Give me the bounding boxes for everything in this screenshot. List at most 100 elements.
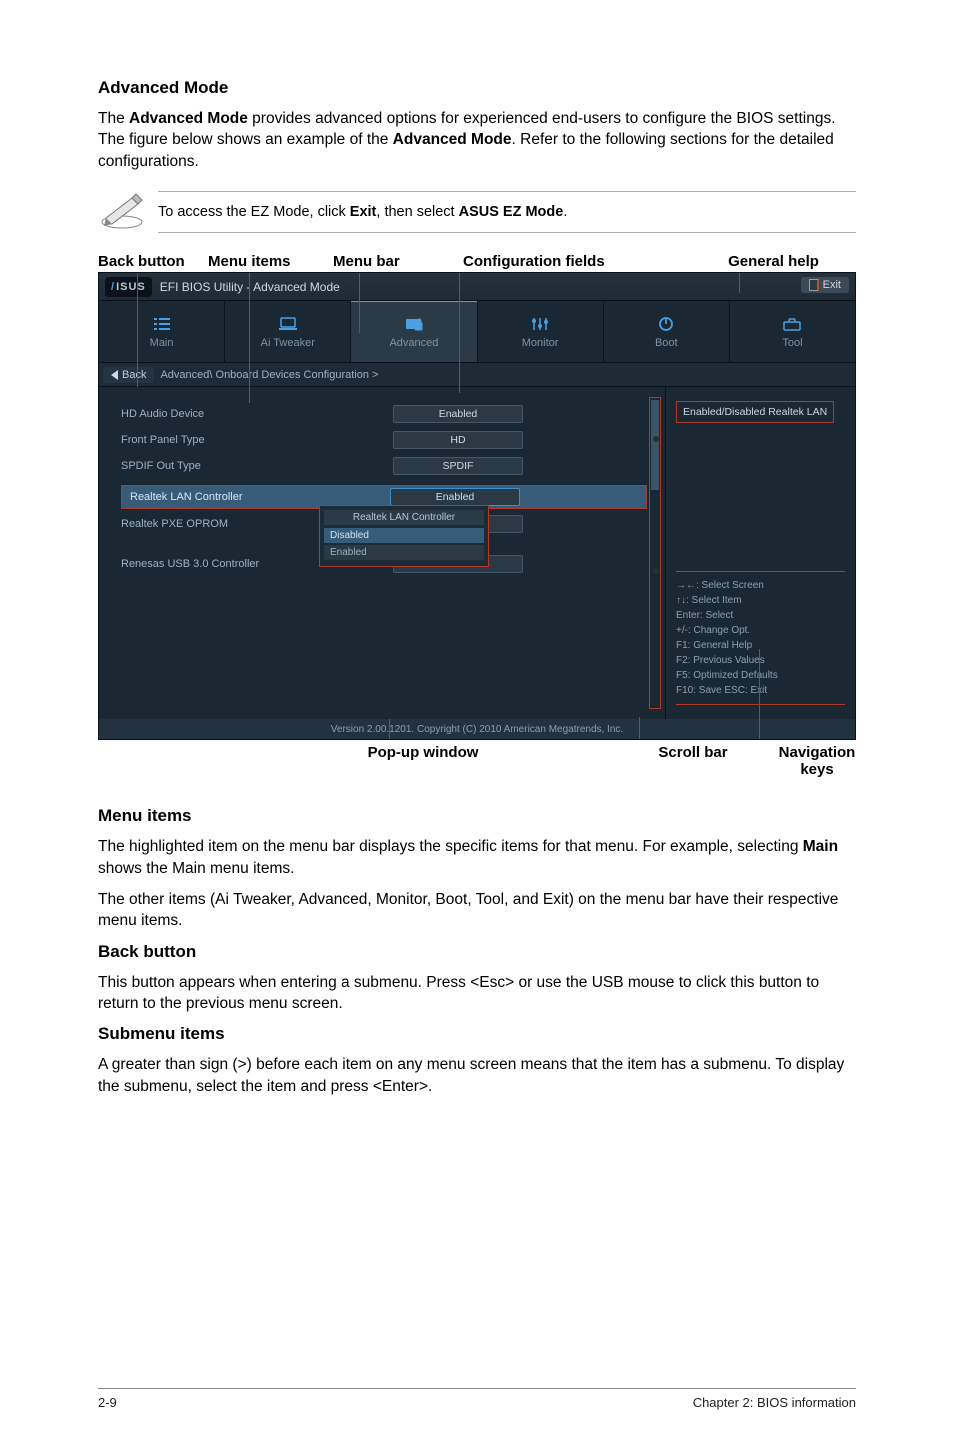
paragraph-menu-items-2: The other items (Ai Tweaker, Advanced, M… <box>98 889 856 932</box>
exit-label: Exit <box>823 279 841 291</box>
config-value[interactable]: SPDIF <box>393 457 523 475</box>
text-bold: Exit <box>350 204 377 220</box>
paragraph-submenu: A greater than sign (>) before each item… <box>98 1054 856 1097</box>
exit-button[interactable]: Exit <box>801 277 849 293</box>
callout-labels-top: Back button Menu items Menu bar Configur… <box>98 253 856 270</box>
callout-back-button: Back button <box>98 253 208 270</box>
nav-key-line: ↑↓: Select Item <box>676 593 845 608</box>
guide-line <box>459 273 460 393</box>
navigation-keys: →←: Select Screen ↑↓: Select Item Enter:… <box>676 571 845 705</box>
popup-window[interactable]: Realtek LAN Controller Disabled Enabled <box>319 505 489 567</box>
tab-label: Advanced <box>389 337 438 349</box>
text: , then select <box>376 204 458 220</box>
tab-tool[interactable]: Tool <box>730 301 855 362</box>
heading-advanced-mode: Advanced Mode <box>98 78 856 98</box>
tab-label: Tool <box>782 337 802 349</box>
popup-option[interactable]: Disabled <box>324 528 484 543</box>
version-bar: Version 2.00.1201. Copyright (C) 2010 Am… <box>99 719 855 739</box>
config-label: SPDIF Out Type <box>121 460 381 472</box>
nav-key-line: F2: Previous Values <box>676 653 845 668</box>
scroll-bar[interactable] <box>649 397 661 709</box>
bios-window: /ISUS EFI BIOS Utility - Advanced Mode E… <box>98 272 856 740</box>
guide-line <box>137 273 138 387</box>
text-bold: Advanced Mode <box>393 131 512 148</box>
tab-ai-tweaker[interactable]: Ai Tweaker <box>225 301 350 362</box>
heading-menu-items: Menu items <box>98 806 856 826</box>
tab-boot[interactable]: Boot <box>604 301 729 362</box>
config-label: HD Audio Device <box>121 408 381 420</box>
config-row-hd-audio[interactable]: HD Audio Device Enabled <box>121 401 647 427</box>
tab-label: Ai Tweaker <box>261 337 315 349</box>
nav-key-line: F10: Save ESC: Exit <box>676 683 845 698</box>
popup-option[interactable]: Enabled <box>324 545 484 560</box>
text: To access the EZ Mode, click <box>158 204 350 220</box>
callout-menu-bar: Menu bar <box>333 253 463 270</box>
tab-label: Boot <box>655 337 678 349</box>
guide-line <box>739 273 740 293</box>
callout-navigation-keys: Navigation keys <box>778 744 856 778</box>
config-row-front-panel[interactable]: Front Panel Type HD <box>121 427 647 453</box>
text: shows the Main menu items. <box>98 860 294 877</box>
config-value[interactable]: Enabled <box>390 488 520 506</box>
scroll-thumb[interactable] <box>651 400 659 490</box>
heading-submenu-items: Submenu items <box>98 1024 856 1044</box>
guide-line <box>359 273 360 333</box>
nav-key-line: F1: General Help <box>676 638 845 653</box>
heading-back-button: Back button <box>98 942 856 962</box>
scroll-arrow-icon <box>653 568 659 574</box>
guide-line <box>759 649 760 739</box>
nav-key-line: F5: Optimized Defaults <box>676 668 845 683</box>
paragraph-advanced-intro: The Advanced Mode provides advanced opti… <box>98 108 856 172</box>
help-head: Enabled/Disabled Realtek LAN <box>676 401 834 423</box>
callout-popup-window: Pop-up window <box>238 744 608 778</box>
back-button[interactable]: Back <box>103 367 154 383</box>
bios-tabs: Main Ai Tweaker Advanced Monitor Boot To… <box>99 301 855 363</box>
guide-line <box>249 273 250 403</box>
power-icon <box>655 315 677 333</box>
popup-title: Realtek LAN Controller <box>324 510 484 525</box>
toolbox-icon <box>781 315 803 333</box>
callout-config-fields: Configuration fields <box>463 253 691 270</box>
callout-menu-items: Menu items <box>208 253 333 270</box>
config-value[interactable]: HD <box>393 431 523 449</box>
paragraph-menu-items-1: The highlighted item on the menu bar dis… <box>98 836 856 879</box>
nav-key-line: →←: Select Screen <box>676 578 845 593</box>
sliders-icon <box>529 315 551 333</box>
laptop-icon <box>277 315 299 333</box>
note-block: To access the EZ Mode, click Exit, then … <box>98 188 856 235</box>
note-text: To access the EZ Mode, click Exit, then … <box>158 191 856 233</box>
text: The highlighted item on the menu bar dis… <box>98 838 803 855</box>
tab-label: Main <box>150 337 174 349</box>
tab-advanced[interactable]: Advanced <box>351 301 476 362</box>
tab-label: Monitor <box>522 337 559 349</box>
guide-line <box>389 719 390 739</box>
config-row-spdif[interactable]: SPDIF Out Type SPDIF <box>121 453 647 479</box>
back-label: Back <box>122 369 146 381</box>
nav-key-line: Enter: Select <box>676 608 845 623</box>
text-bold: Advanced Mode <box>129 110 248 127</box>
pencil-icon <box>98 188 158 235</box>
version-text: Version 2.00.1201. Copyright (C) 2010 Am… <box>331 724 623 735</box>
footer-page-number: 2-9 <box>98 1395 117 1410</box>
breadcrumb: Back Advanced\ Onboard Devices Configura… <box>99 363 855 387</box>
exit-door-icon <box>809 279 819 291</box>
list-icon <box>151 315 173 333</box>
config-value[interactable]: Enabled <box>393 405 523 423</box>
back-arrow-icon <box>111 370 118 380</box>
bios-main-area: HD Audio Device Enabled Front Panel Type… <box>99 387 855 719</box>
tab-monitor[interactable]: Monitor <box>478 301 603 362</box>
callout-labels-bottom: Pop-up window Scroll bar Navigation keys <box>98 744 856 778</box>
footer-chapter: Chapter 2: BIOS information <box>693 1395 856 1410</box>
callout-scroll-bar: Scroll bar <box>608 744 778 778</box>
tab-main[interactable]: Main <box>99 301 224 362</box>
bios-config-list: HD Audio Device Enabled Front Panel Type… <box>99 387 665 719</box>
breadcrumb-path: Advanced\ Onboard Devices Configuration … <box>160 369 378 381</box>
bios-help-pane: Enabled/Disabled Realtek LAN →←: Select … <box>665 387 855 719</box>
config-label: Front Panel Type <box>121 434 381 446</box>
chip-lock-icon <box>403 315 425 333</box>
text: The <box>98 110 129 127</box>
nav-key-line: +/-: Change Opt. <box>676 623 845 638</box>
text: . <box>563 204 567 220</box>
text-bold: Main <box>803 838 838 855</box>
bios-title-bar: /ISUS EFI BIOS Utility - Advanced Mode E… <box>99 273 855 301</box>
